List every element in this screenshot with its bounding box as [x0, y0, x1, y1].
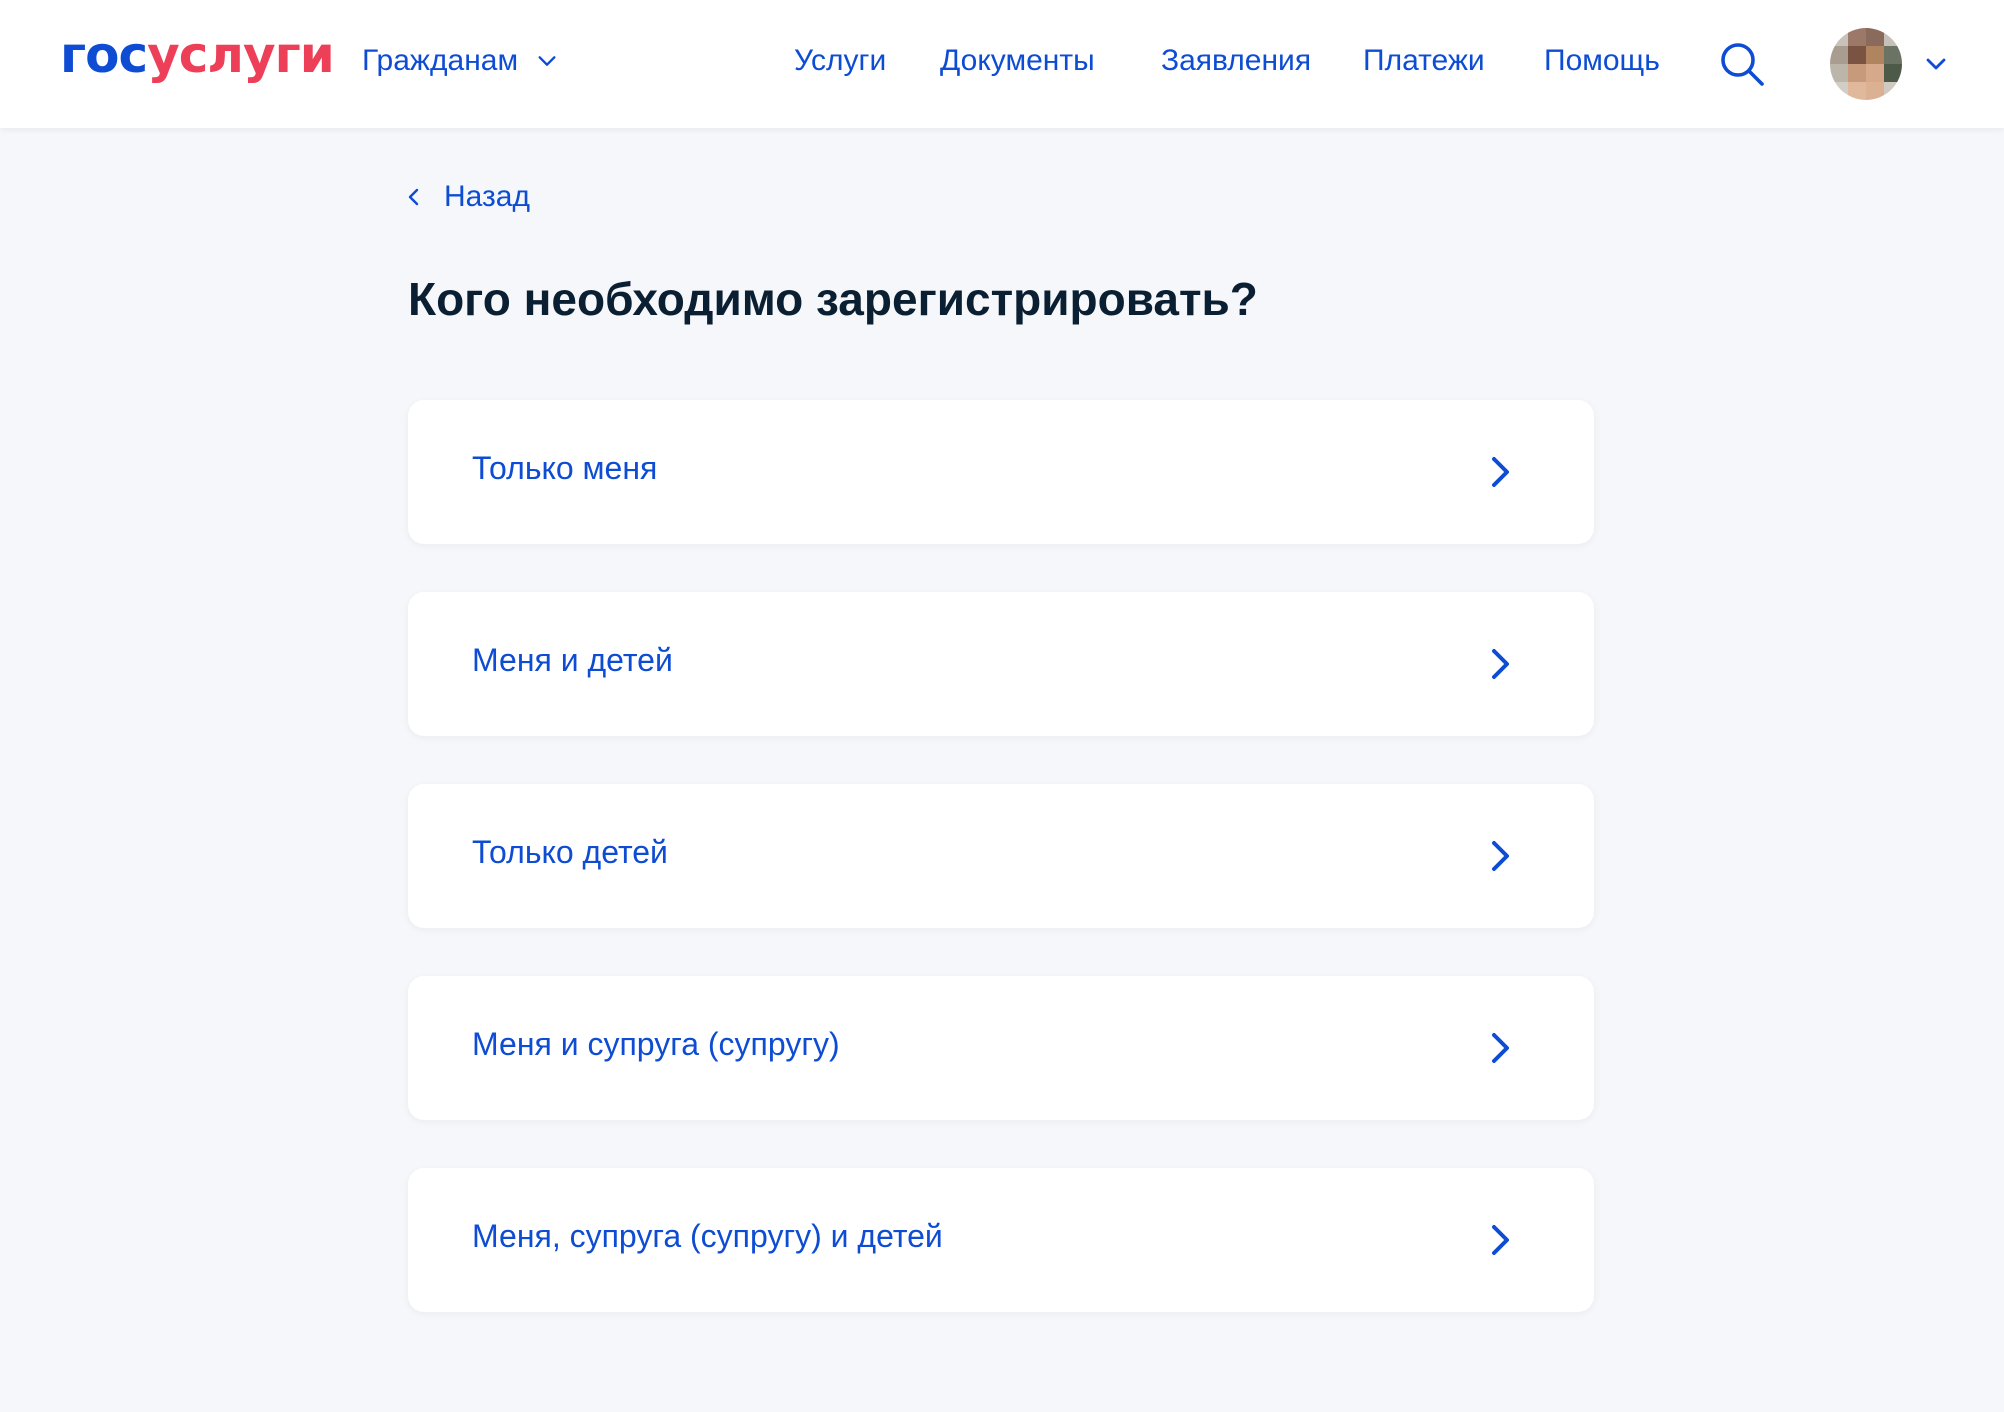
main-nav: Услуги Документы Заявления Платежи Помощ… — [0, 44, 2004, 84]
nav-services[interactable]: Услуги — [794, 44, 886, 78]
option-label: Только детей — [472, 834, 668, 870]
nav-payments[interactable]: Платежи — [1363, 44, 1485, 78]
registration-options: Только меня Меня и детей Только детей Ме… — [408, 400, 1594, 1360]
page-title: Кого необходимо зарегистрировать? — [408, 273, 1258, 325]
chevron-right-icon — [1492, 649, 1509, 679]
option-me-spouse-and-children[interactable]: Меня, супруга (супругу) и детей — [408, 1168, 1594, 1312]
option-label: Меня и супруга (супругу) — [472, 1026, 840, 1062]
option-me-and-spouse[interactable]: Меня и супруга (супругу) — [408, 976, 1594, 1120]
chevron-right-icon — [1492, 457, 1509, 487]
option-me-and-children[interactable]: Меня и детей — [408, 592, 1594, 736]
option-label: Меня, супруга (супругу) и детей — [472, 1218, 943, 1254]
option-label: Меня и детей — [472, 642, 673, 678]
avatar[interactable] — [1830, 28, 1902, 100]
chevron-down-icon — [1926, 58, 1946, 70]
chevron-left-icon — [408, 188, 419, 206]
option-only-children[interactable]: Только детей — [408, 784, 1594, 928]
chevron-right-icon — [1492, 1225, 1509, 1255]
back-link[interactable]: Назад — [404, 180, 530, 214]
top-header: госуслуги Гражданам Услуги Документы Зая… — [0, 0, 2004, 128]
option-only-me[interactable]: Только меня — [408, 400, 1594, 544]
chevron-right-icon — [1492, 1033, 1509, 1063]
option-label: Только меня — [472, 450, 658, 486]
chevron-right-icon — [1492, 841, 1509, 871]
nav-applications[interactable]: Заявления — [1161, 44, 1311, 78]
search-icon[interactable] — [1718, 40, 1766, 88]
nav-help[interactable]: Помощь — [1544, 44, 1660, 78]
back-label: Назад — [444, 180, 530, 213]
profile-menu[interactable] — [1830, 28, 1948, 100]
nav-documents[interactable]: Документы — [940, 44, 1095, 78]
